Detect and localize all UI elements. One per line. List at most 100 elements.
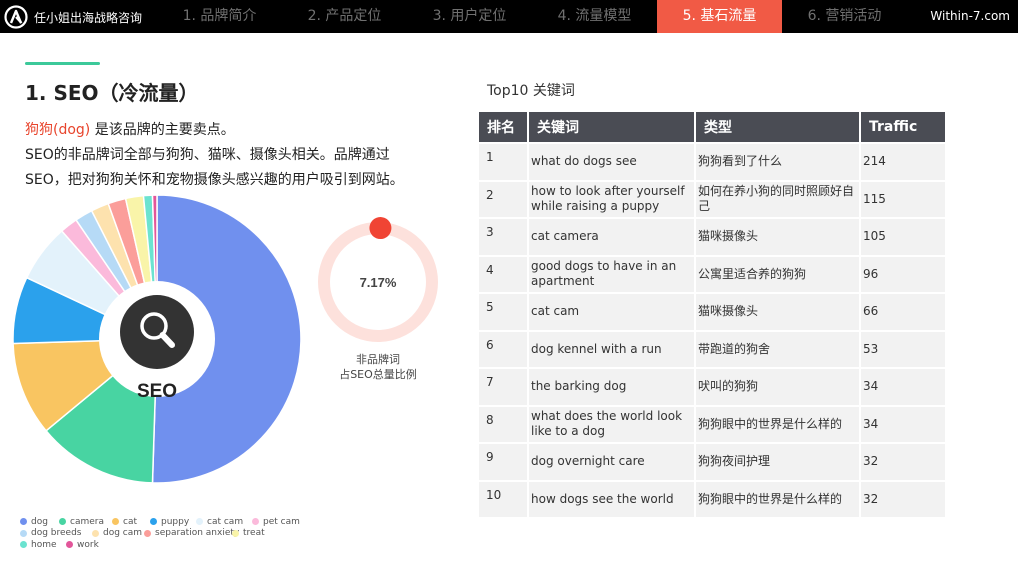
table-body: 1 what do dogs see 狗狗看到了什么 214 2 how to look … bbox=[479, 142, 945, 517]
legend-label: work bbox=[77, 539, 99, 550]
table-title: Top10 关键词 bbox=[487, 83, 575, 99]
type-cell: 如何在养小狗的同时照顾好自己 bbox=[696, 179, 861, 217]
traffic-cell: 34 bbox=[861, 367, 945, 405]
nav-tabs: 1. 品牌简介 2. 产品定位 3. 用户定位 4. 流量模型 5. 基石流量 … bbox=[157, 0, 907, 33]
legend-color-dot bbox=[92, 529, 99, 537]
top10-keywords-table: 排名 关键词 类型 Traffic 1 what do dogs see 狗狗看到了… bbox=[479, 112, 945, 517]
legend-item[interactable]: camera bbox=[59, 517, 104, 527]
brand-name: 任小姐出海战略咨询 bbox=[34, 10, 143, 25]
legend-item[interactable]: cat cam bbox=[196, 517, 243, 527]
legend-color-dot bbox=[144, 529, 151, 537]
legend-color-dot bbox=[59, 518, 66, 526]
keyword-cell: what do dogs see bbox=[529, 142, 696, 180]
intro-text: 狗狗(dog) 是该品牌的主要卖点。 SEO的非品牌词全部与狗狗、猫咪、摄像头相… bbox=[25, 118, 445, 193]
table-row: 4 good dogs to have in an apartment 公寓里适合养… bbox=[479, 254, 945, 292]
rank-cell: 9 bbox=[479, 442, 529, 480]
traffic-cell: 105 bbox=[861, 217, 945, 255]
table-row: 8 what does the world look like to a dog 狗… bbox=[479, 404, 945, 442]
rank-cell: 7 bbox=[479, 367, 529, 405]
legend-color-dot bbox=[20, 518, 27, 526]
intro-line-1: 狗狗(dog) 是该品牌的主要卖点。 bbox=[25, 118, 445, 143]
type-cell: 狗狗眼中的世界是什么样的 bbox=[696, 404, 861, 442]
rank-cell: 8 bbox=[479, 404, 529, 442]
table-row: 3 cat camera 猫咪摄像头 105 bbox=[479, 217, 945, 255]
column-header-rank: 排名 bbox=[479, 112, 529, 142]
tab-user-positioning[interactable]: 3. 用户定位 bbox=[407, 0, 532, 33]
legend-item[interactable]: cat bbox=[112, 517, 137, 527]
legend-item[interactable]: treat bbox=[232, 528, 265, 538]
tab-cornerstone-traffic[interactable]: 5. 基石流量 bbox=[657, 0, 782, 33]
legend-label: pet cam bbox=[263, 516, 300, 527]
keyword-cell: what does the world look like to a dog bbox=[529, 404, 696, 442]
gauge-caption: 非品牌词 占SEO总量比例 bbox=[318, 352, 438, 382]
keyword-cell: how to look after yourself while raising… bbox=[529, 179, 696, 217]
legend-color-dot bbox=[196, 518, 203, 526]
legend-item[interactable]: puppy bbox=[150, 517, 189, 527]
gauge-value: 7.17% bbox=[360, 275, 397, 290]
table-row: 9 dog overnight care 狗狗夜间护理 32 bbox=[479, 442, 945, 480]
pie-legend: dog camera cat puppy cat cam pet cam dog breed… bbox=[20, 516, 320, 551]
traffic-cell: 53 bbox=[861, 329, 945, 367]
type-cell: 公寓里适合养的狗狗 bbox=[696, 254, 861, 292]
table-row: 10 how dogs see the world 狗狗眼中的世界是什么样的 32 bbox=[479, 479, 945, 517]
legend-item[interactable]: home bbox=[20, 540, 57, 550]
rank-cell: 2 bbox=[479, 179, 529, 217]
type-cell: 带跑道的狗舍 bbox=[696, 329, 861, 367]
legend-label: home bbox=[31, 539, 57, 550]
type-cell: 猫咪摄像头 bbox=[696, 217, 861, 255]
keyword-cell: dog kennel with a run bbox=[529, 329, 696, 367]
gauge-caption-line-2: 占SEO总量比例 bbox=[339, 368, 417, 381]
intro-line-3: SEO，把对狗狗关怀和宠物摄像头感兴趣的用户吸引到网站。 bbox=[25, 172, 404, 188]
legend-item[interactable]: separation anxiety bbox=[144, 528, 239, 538]
legend-color-dot bbox=[252, 518, 259, 526]
site-url-link[interactable]: Within-7.com bbox=[930, 0, 1010, 33]
legend-item[interactable]: pet cam bbox=[252, 517, 300, 527]
tab-marketing-activities[interactable]: 6. 营销活动 bbox=[782, 0, 907, 33]
rank-cell: 4 bbox=[479, 254, 529, 292]
legend-color-dot bbox=[66, 541, 73, 549]
table-row: 7 the barking dog 吠叫的狗狗 34 bbox=[479, 367, 945, 405]
column-header-traffic: Traffic bbox=[861, 112, 945, 142]
legend-label: camera bbox=[70, 516, 104, 527]
pie-center-label: SEO bbox=[137, 381, 177, 402]
type-cell: 狗狗眼中的世界是什么样的 bbox=[696, 479, 861, 517]
intro-line-2: SEO的非品牌词全部与狗狗、猫咪、摄像头相关。品牌通过 bbox=[25, 147, 390, 163]
legend-item[interactable]: work bbox=[66, 540, 99, 550]
keyword-cell: cat camera bbox=[529, 217, 696, 255]
traffic-cell: 66 bbox=[861, 292, 945, 330]
rank-cell: 10 bbox=[479, 479, 529, 517]
legend-label: cat bbox=[123, 516, 137, 527]
top-navigation-bar: 任小姐出海战略咨询 1. 品牌简介 2. 产品定位 3. 用户定位 4. 流量模… bbox=[0, 0, 1018, 33]
legend-color-dot bbox=[20, 529, 27, 537]
traffic-cell: 34 bbox=[861, 404, 945, 442]
legend-label: treat bbox=[243, 528, 265, 539]
rank-cell: 1 bbox=[479, 142, 529, 180]
traffic-cell: 32 bbox=[861, 479, 945, 517]
brand-logo[interactable]: 任小姐出海战略咨询 bbox=[4, 4, 142, 30]
legend-color-dot bbox=[112, 518, 119, 526]
legend-row: dog breeds dog cam separation anxiety treat bbox=[20, 528, 320, 540]
table-row: 1 what do dogs see 狗狗看到了什么 214 bbox=[479, 142, 945, 180]
table-row: 5 cat cam 猫咪摄像头 66 bbox=[479, 292, 945, 330]
legend-label: cat cam bbox=[207, 516, 244, 527]
traffic-cell: 115 bbox=[861, 179, 945, 217]
legend-label: dog bbox=[31, 516, 48, 527]
tab-brand-intro[interactable]: 1. 品牌简介 bbox=[157, 0, 282, 33]
keyword-cell: cat cam bbox=[529, 292, 696, 330]
legend-row: dog camera cat puppy cat cam pet cam bbox=[20, 516, 320, 528]
column-header-keyword: 关键词 bbox=[529, 112, 696, 142]
traffic-cell: 96 bbox=[861, 254, 945, 292]
legend-item[interactable]: dog bbox=[20, 517, 48, 527]
rank-cell: 5 bbox=[479, 292, 529, 330]
legend-label: dog breeds bbox=[31, 528, 82, 539]
keyword-pie-chart: SEO bbox=[12, 195, 302, 484]
legend-item[interactable]: dog breeds bbox=[20, 528, 81, 538]
legend-row: home work bbox=[20, 539, 320, 551]
title-accent-line bbox=[25, 62, 100, 65]
tab-product-positioning[interactable]: 2. 产品定位 bbox=[282, 0, 407, 33]
legend-label: puppy bbox=[161, 516, 190, 527]
type-cell: 狗狗夜间护理 bbox=[696, 442, 861, 480]
brand-logo-icon bbox=[4, 5, 28, 29]
tab-traffic-model[interactable]: 4. 流量模型 bbox=[532, 0, 657, 33]
legend-item[interactable]: dog cam bbox=[92, 528, 142, 538]
